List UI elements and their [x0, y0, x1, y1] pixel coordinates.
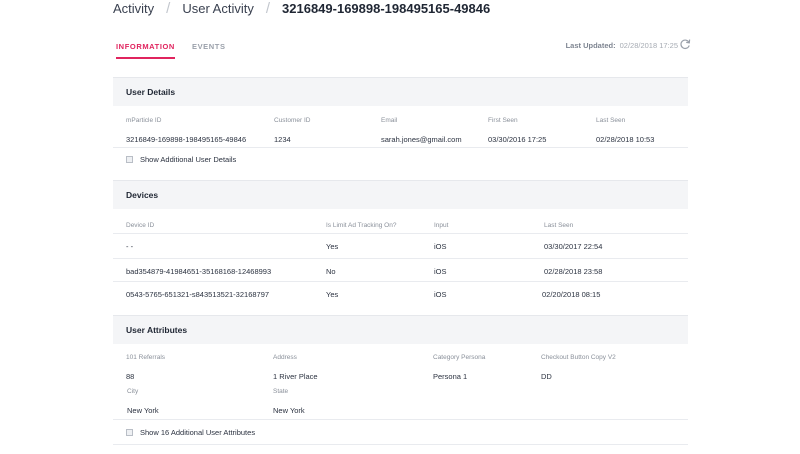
field-state: State New York [273, 388, 305, 418]
show-additional-user-attributes[interactable]: Show 16 Additional User Attributes [126, 428, 255, 437]
cell-input: iOS [434, 267, 447, 276]
tab-information[interactable]: INFORMATION [116, 42, 175, 59]
breadcrumb-user-activity[interactable]: User Activity [182, 1, 254, 16]
divider [113, 258, 688, 259]
breadcrumb-activity[interactable]: Activity [113, 1, 154, 16]
field-value: Persona 1 [433, 372, 468, 381]
toggle-label: Show Additional User Details [140, 155, 237, 164]
field-label: mParticle ID [126, 117, 162, 124]
field-label: Customer ID [274, 117, 311, 124]
section-title: User Attributes [113, 315, 688, 344]
expand-icon [126, 156, 133, 163]
field-101-referrals: 101 Referrals 88 [126, 354, 165, 384]
field-mparticle-id: mParticle ID 3216849-169898-198495165-49… [126, 117, 246, 147]
column-header: Device ID [126, 222, 155, 229]
cell-device-id: 0543-5765-651321-s843513521-32168797 [126, 290, 270, 299]
cell-device-id: bad354879-41984651-35168168-12468993 [126, 267, 272, 276]
last-updated: Last Updated: 02/28/2018 17:25 [566, 41, 678, 50]
divider [113, 444, 688, 445]
field-customer-id: Customer ID 1234 [274, 117, 310, 147]
expand-icon [126, 429, 133, 436]
breadcrumb-separator: / [265, 0, 271, 17]
refresh-icon[interactable] [679, 38, 691, 50]
field-value: 1234 [274, 135, 291, 144]
user-details-section: User Details mParticle ID 3216849-169898… [113, 77, 688, 174]
divider [113, 233, 688, 234]
field-label: Address [273, 354, 297, 361]
tab-bar: INFORMATION EVENTS [116, 42, 226, 59]
divider [113, 419, 688, 420]
field-label: Last Seen [596, 117, 626, 124]
column-header: Is Limit Ad Tracking On? [326, 222, 397, 229]
column-header: Input [434, 222, 449, 229]
field-value: DD [541, 372, 552, 381]
cell-input: iOS [434, 290, 447, 299]
field-category-persona: Category Persona Persona 1 [433, 354, 485, 384]
cell-last-seen: 02/28/2018 23:58 [544, 267, 603, 276]
field-label: Checkout Button Copy V2 [541, 354, 616, 361]
field-value: 1 River Place [273, 372, 318, 381]
show-additional-user-details[interactable]: Show Additional User Details [126, 155, 236, 164]
field-value: New York [127, 406, 159, 415]
last-updated-value: 02/28/2018 17:25 [619, 41, 678, 50]
cell-input: iOS [434, 242, 447, 251]
field-label: State [273, 388, 289, 395]
cell-limit-ad-tracking: Yes [326, 290, 339, 299]
divider [113, 281, 688, 282]
field-label: 101 Referrals [126, 354, 166, 361]
user-attributes-section: User Attributes 101 Referrals 88 Address… [113, 315, 688, 445]
section-title: User Details [113, 77, 688, 106]
devices-section: Devices Device ID Is Limit Ad Tracking O… [113, 180, 688, 306]
field-value: sarah.jones@gmail.com [381, 135, 462, 144]
cell-last-seen: 03/30/2017 22:54 [544, 242, 603, 251]
breadcrumb: Activity / User Activity / 3216849-16989… [113, 0, 490, 18]
field-checkout-button-copy: Checkout Button Copy V2 DD [541, 354, 616, 384]
column-header: Last Seen [544, 222, 574, 229]
field-last-seen: Last Seen 02/28/2018 10:53 [596, 117, 654, 147]
field-value: 02/28/2018 10:53 [596, 135, 655, 144]
field-email: Email sarah.jones@gmail.com [381, 117, 462, 147]
table-row[interactable]: 0543-5765-651321-s843513521-32168797 Yes… [113, 283, 688, 307]
field-value: 88 [126, 372, 135, 381]
field-first-seen: First Seen 03/30/2016 17:25 [488, 117, 546, 147]
field-value: 03/30/2016 17:25 [488, 135, 547, 144]
table-header: Device ID Is Limit Ad Tracking On? Input… [113, 220, 688, 234]
table-row[interactable]: - - Yes iOS 03/30/2017 22:54 [113, 235, 688, 259]
cell-limit-ad-tracking: No [326, 267, 336, 276]
divider [113, 147, 688, 148]
tab-events[interactable]: EVENTS [192, 42, 226, 59]
field-value: 3216849-169898-198495165-49846 [126, 135, 247, 144]
field-city: City New York [127, 388, 159, 418]
breadcrumb-separator: / [166, 0, 171, 17]
cell-last-seen: 02/20/2018 08:15 [542, 290, 601, 299]
field-label: First Seen [488, 117, 518, 124]
breadcrumb-current: 3216849-169898-198495165-49846 [282, 0, 491, 16]
toggle-label: Show 16 Additional User Attributes [140, 428, 256, 437]
field-label: City [127, 388, 139, 395]
field-label: Category Persona [433, 354, 486, 361]
cell-limit-ad-tracking: Yes [326, 242, 339, 251]
section-title: Devices [113, 180, 688, 209]
field-value: New York [273, 406, 305, 415]
last-updated-label: Last Updated: [565, 41, 616, 50]
field-label: Email [381, 117, 398, 124]
cell-device-id: - - [126, 242, 134, 251]
field-address: Address 1 River Place [273, 354, 318, 384]
